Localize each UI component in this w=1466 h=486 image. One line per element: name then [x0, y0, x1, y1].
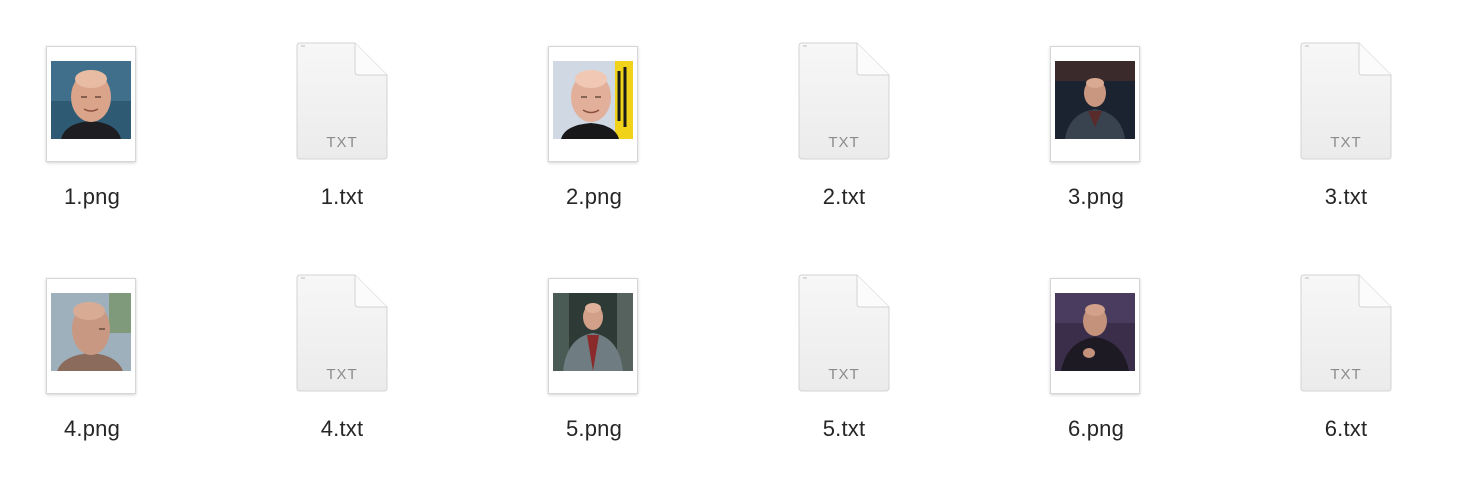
file-name-label: 6.txt — [1324, 416, 1368, 441]
text-document-icon: TXT — [1299, 42, 1393, 162]
file-item-5-txt[interactable]: TXT 5.txt — [764, 274, 924, 478]
file-type-badge: TXT — [828, 366, 860, 383]
file-type-badge: TXT — [828, 134, 860, 151]
portrait-3-thumbnail — [1055, 61, 1135, 139]
file-item-4-txt[interactable]: TXT 4.txt — [262, 274, 422, 478]
portrait-6-thumbnail — [1055, 293, 1135, 371]
portrait-4-thumbnail — [51, 293, 131, 371]
file-name-label: 1.txt — [320, 184, 364, 209]
file-name-label: 2.png — [565, 184, 623, 209]
file-item-4-png[interactable]: 4.png — [12, 278, 172, 478]
file-name-label: 1.png — [63, 184, 121, 209]
file-name-label: 3.txt — [1324, 184, 1368, 209]
image-thumbnail-icon — [1050, 46, 1140, 162]
file-type-badge: TXT — [1330, 134, 1362, 151]
portrait-1-thumbnail — [51, 61, 131, 139]
file-item-5-png[interactable]: 5.png — [514, 278, 674, 478]
image-thumbnail-icon — [1050, 278, 1140, 394]
image-thumbnail-icon — [548, 46, 638, 162]
portrait-5-thumbnail — [553, 293, 633, 371]
text-document-icon: TXT — [1299, 274, 1393, 394]
image-thumbnail-icon — [46, 46, 136, 162]
file-type-badge: TXT — [326, 134, 358, 151]
image-thumbnail-icon — [548, 278, 638, 394]
file-item-2-txt[interactable]: TXT 2.txt — [764, 42, 924, 246]
text-document-icon: TXT — [797, 42, 891, 162]
file-type-badge: TXT — [326, 366, 358, 383]
file-item-6-png[interactable]: 6.png — [1016, 278, 1176, 478]
file-item-1-txt[interactable]: TXT 1.txt — [262, 42, 422, 246]
image-thumbnail-icon — [46, 278, 136, 394]
file-name-label: 3.png — [1067, 184, 1125, 209]
portrait-2-thumbnail — [553, 61, 633, 139]
file-item-6-txt[interactable]: TXT 6.txt — [1266, 274, 1426, 478]
file-name-label: 5.txt — [822, 416, 866, 441]
text-document-icon: TXT — [797, 274, 891, 394]
file-name-label: 2.txt — [822, 184, 866, 209]
file-name-label: 4.txt — [320, 416, 364, 441]
file-name-label: 6.png — [1067, 416, 1125, 441]
file-item-1-png[interactable]: 1.png — [12, 46, 172, 246]
file-name-label: 5.png — [565, 416, 623, 441]
file-item-3-png[interactable]: 3.png — [1016, 46, 1176, 246]
text-document-icon: TXT — [295, 42, 389, 162]
file-item-3-txt[interactable]: TXT 3.txt — [1266, 42, 1426, 246]
text-document-icon: TXT — [295, 274, 389, 394]
file-item-2-png[interactable]: 2.png — [514, 46, 674, 246]
file-icon-grid: 1.png TXT 1.txt 2.png TXT 2.txt 3.png TX… — [0, 0, 1466, 486]
file-type-badge: TXT — [1330, 366, 1362, 383]
file-name-label: 4.png — [63, 416, 121, 441]
